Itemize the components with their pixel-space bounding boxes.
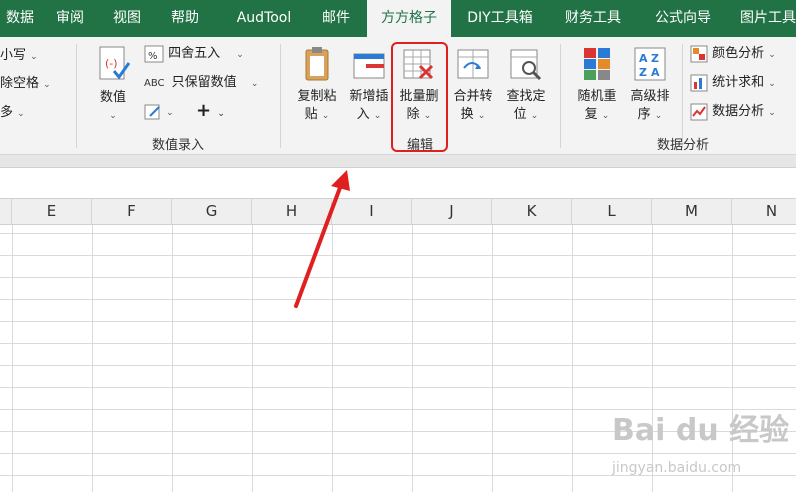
baidu-watermark-url: jingyan.baidu.com [612, 460, 742, 476]
baidu-watermark: Bai du 经验 [612, 413, 790, 448]
